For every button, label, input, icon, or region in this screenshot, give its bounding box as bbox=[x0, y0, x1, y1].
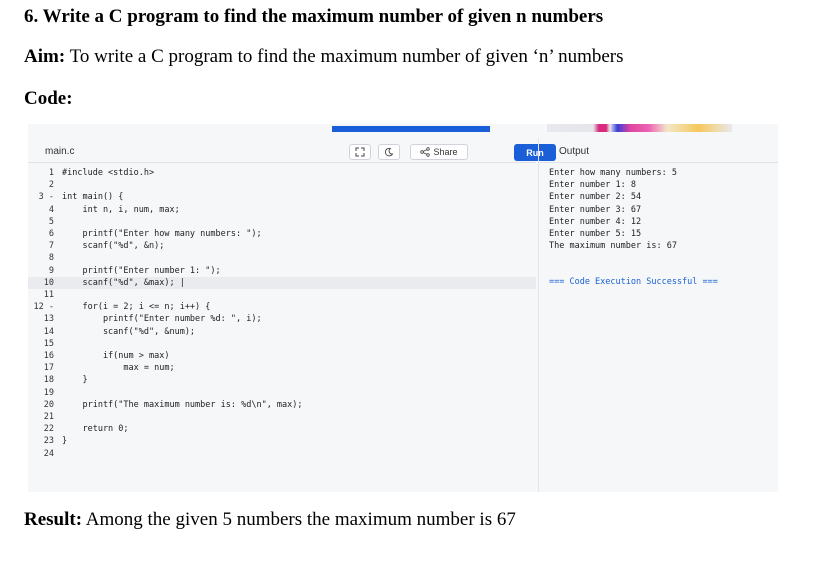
banner-bar bbox=[332, 126, 490, 132]
code-text: printf("Enter how many numbers: "); bbox=[62, 229, 262, 239]
line-number: 4 bbox=[48, 204, 54, 215]
aim-statement: Aim: To write a C program to find the ma… bbox=[24, 46, 624, 68]
code-line[interactable]: 21 bbox=[28, 411, 536, 423]
code-text: int main() { bbox=[62, 192, 124, 203]
output-line: Enter number 4: 12 bbox=[549, 216, 642, 227]
output-line: The maximum number is: 67 bbox=[549, 241, 677, 252]
code-text: scanf("%d", &num); bbox=[62, 326, 196, 337]
code-line[interactable]: 10 scanf("%d", &max); | bbox=[28, 276, 536, 289]
code-line[interactable]: 17 max = num; bbox=[28, 362, 536, 374]
line-number: 3 - bbox=[38, 192, 54, 203]
line-number: 20 bbox=[43, 399, 54, 410]
line-number: 13 bbox=[43, 314, 54, 325]
line-number: 21 bbox=[43, 412, 54, 422]
code-line[interactable]: 16 if(num > max) bbox=[28, 350, 536, 362]
output-title: Output bbox=[559, 146, 590, 157]
code-text: max = num; bbox=[62, 363, 175, 374]
code-line[interactable]: 18 } bbox=[28, 374, 536, 386]
compiler-screenshot: main.c Share Run 1 #include <stdio.h> 2 3 -… bbox=[28, 124, 778, 492]
code-line[interactable]: 7 scanf("%d", &n); bbox=[28, 240, 536, 252]
share-label: Share bbox=[433, 147, 458, 157]
code-line[interactable]: 15 bbox=[28, 338, 536, 350]
line-number: 24 bbox=[43, 448, 54, 459]
code-line[interactable]: 5 bbox=[28, 216, 536, 228]
result-label: Result: bbox=[24, 509, 83, 530]
code-line[interactable]: 22 return 0; bbox=[28, 423, 536, 435]
code-text: printf("Enter number %d: ", i); bbox=[62, 314, 262, 325]
output-line: Enter number 1: 8 bbox=[549, 180, 636, 191]
code-line[interactable]: 6 printf("Enter how many numbers: "); bbox=[28, 228, 536, 240]
line-number: 11 bbox=[43, 290, 54, 300]
file-tab[interactable]: main.c bbox=[45, 146, 74, 157]
code-text: printf("The maximum number is: %d\n", ma… bbox=[62, 399, 303, 410]
code-line[interactable]: 3 - int main() { bbox=[28, 191, 536, 203]
code-line[interactable]: 12 - for(i = 2; i <= n; i++) { bbox=[28, 301, 536, 313]
panel-divider bbox=[538, 138, 539, 492]
line-number: 10 bbox=[43, 277, 54, 288]
code-line[interactable]: 11 bbox=[28, 289, 536, 301]
line-number: 17 bbox=[43, 363, 54, 374]
code-text: printf("Enter number 1: "); bbox=[62, 265, 221, 276]
code-line[interactable]: 2 bbox=[28, 179, 536, 191]
fullscreen-icon bbox=[355, 147, 365, 157]
share-button[interactable]: Share bbox=[410, 144, 468, 160]
aim-text: To write a C program to find the maximum… bbox=[65, 46, 624, 67]
output-line: Enter number 3: 67 bbox=[549, 204, 642, 215]
code-line[interactable]: 8 bbox=[28, 252, 536, 264]
line-number: 1 bbox=[48, 168, 54, 178]
output-divider bbox=[539, 162, 778, 163]
line-number: 19 bbox=[43, 387, 54, 398]
line-number: 5 bbox=[48, 216, 54, 227]
output-line: Enter how many numbers: 5 bbox=[549, 168, 677, 178]
code-text: return 0; bbox=[62, 424, 129, 435]
code-line[interactable]: 23} bbox=[28, 435, 536, 447]
code-line[interactable]: 13 printf("Enter number %d: ", i); bbox=[28, 313, 536, 325]
code-text: for(i = 2; i <= n; i++) { bbox=[62, 302, 211, 313]
line-number: 6 bbox=[48, 229, 54, 239]
code-line[interactable]: 19 bbox=[28, 387, 536, 399]
code-text: scanf("%d", &max); | bbox=[62, 277, 185, 288]
code-label: Code: bbox=[24, 88, 73, 109]
code-line[interactable]: 24 bbox=[28, 448, 536, 460]
code-text: int n, i, num, max; bbox=[62, 204, 180, 215]
output-line: Enter number 2: 54 bbox=[549, 192, 642, 203]
result-statement: Result: Among the given 5 numbers the ma… bbox=[24, 509, 516, 531]
line-number: 14 bbox=[43, 326, 54, 337]
execution-status: === Code Execution Successful === bbox=[549, 277, 718, 287]
banner-art bbox=[547, 124, 732, 132]
code-text: } bbox=[62, 436, 68, 447]
moon-icon bbox=[385, 147, 394, 157]
code-line[interactable]: 14 scanf("%d", &num); bbox=[28, 326, 536, 338]
code-line[interactable]: 20 printf("The maximum number is: %d\n",… bbox=[28, 399, 536, 411]
result-text: Among the given 5 numbers the maximum nu… bbox=[82, 509, 516, 530]
line-number: 12 - bbox=[33, 302, 54, 313]
code-text: } bbox=[62, 375, 88, 386]
fullscreen-button[interactable] bbox=[349, 144, 371, 160]
code-text: scanf("%d", &n); bbox=[62, 241, 165, 252]
code-editor[interactable]: 1 #include <stdio.h> 2 3 - int main() {4 int… bbox=[28, 163, 536, 492]
line-number: 2 bbox=[48, 180, 54, 191]
code-line[interactable]: 4 int n, i, num, max; bbox=[28, 204, 536, 216]
code-text: if(num > max) bbox=[62, 351, 170, 361]
line-number: 23 bbox=[43, 436, 54, 447]
line-number: 7 bbox=[48, 241, 54, 252]
code-line[interactable]: 1 #include <stdio.h> bbox=[28, 167, 536, 179]
top-banner bbox=[332, 124, 732, 132]
line-number: 18 bbox=[43, 375, 54, 386]
line-number: 22 bbox=[43, 424, 54, 435]
code-text: #include <stdio.h> bbox=[62, 168, 155, 178]
code-line[interactable]: 9 printf("Enter number 1: "); bbox=[28, 265, 536, 277]
line-number: 16 bbox=[43, 351, 54, 361]
line-number: 9 bbox=[48, 265, 54, 276]
output-line: Enter number 5: 15 bbox=[549, 229, 642, 239]
share-icon bbox=[420, 147, 431, 157]
question-heading: 6. Write a C program to find the maximum… bbox=[24, 6, 604, 27]
run-button[interactable]: Run bbox=[514, 144, 556, 161]
line-number: 8 bbox=[48, 253, 54, 264]
theme-button[interactable] bbox=[378, 144, 400, 160]
line-number: 15 bbox=[43, 338, 54, 349]
aim-label: Aim: bbox=[24, 46, 66, 67]
